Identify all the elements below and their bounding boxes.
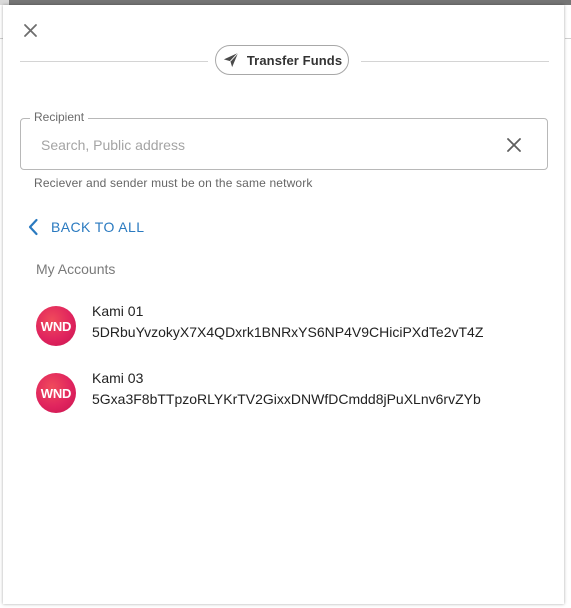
- recipient-search-input[interactable]: [41, 135, 481, 155]
- clear-icon: [507, 138, 521, 152]
- account-name: Kami 01: [92, 303, 144, 319]
- title-divider-left: [20, 61, 208, 62]
- back-to-all-label: BACK TO ALL: [51, 219, 145, 235]
- network-badge-avatar: WND: [36, 373, 76, 413]
- recipient-label: Recipient: [30, 110, 89, 124]
- chevron-left-icon: [28, 218, 38, 236]
- dialog-title-text: Transfer Funds: [246, 52, 343, 68]
- network-badge-text: WND: [40, 318, 72, 334]
- close-button[interactable]: [21, 21, 41, 41]
- title-divider-right: [361, 61, 549, 62]
- close-icon: [24, 24, 37, 37]
- account-address: 5Gxa3F8bTTpzoRLYKrTV2GixxDNWfDCmdd8jPuXL…: [92, 391, 481, 407]
- my-accounts-heading: My Accounts: [36, 261, 116, 277]
- back-to-all-button[interactable]: BACK TO ALL: [27, 217, 144, 237]
- paper-plane-icon: [223, 52, 239, 68]
- transfer-funds-dialog: Transfer Funds Recipient Reciever and se…: [3, 5, 564, 604]
- account-address: 5DRbuYvzokyX7X4QDxrk1BNRxYS6NP4V9CHiciPX…: [92, 324, 484, 340]
- account-item[interactable]: WND Kami 03 5Gxa3F8bTTpzoRLYKrTV2GixxDNW…: [30, 370, 510, 420]
- background-divider-right: [565, 38, 571, 39]
- recipient-helper-text: Reciever and sender must be on the same …: [34, 176, 313, 190]
- account-item[interactable]: WND Kami 01 5DRbuYvzokyX7X4QDxrk1BNRxYS6…: [30, 303, 510, 353]
- network-badge-text: WND: [40, 385, 72, 401]
- account-name: Kami 03: [92, 370, 144, 386]
- clear-recipient-button[interactable]: [505, 136, 523, 154]
- network-badge-avatar: WND: [36, 306, 76, 346]
- dialog-title: Transfer Funds: [215, 45, 349, 75]
